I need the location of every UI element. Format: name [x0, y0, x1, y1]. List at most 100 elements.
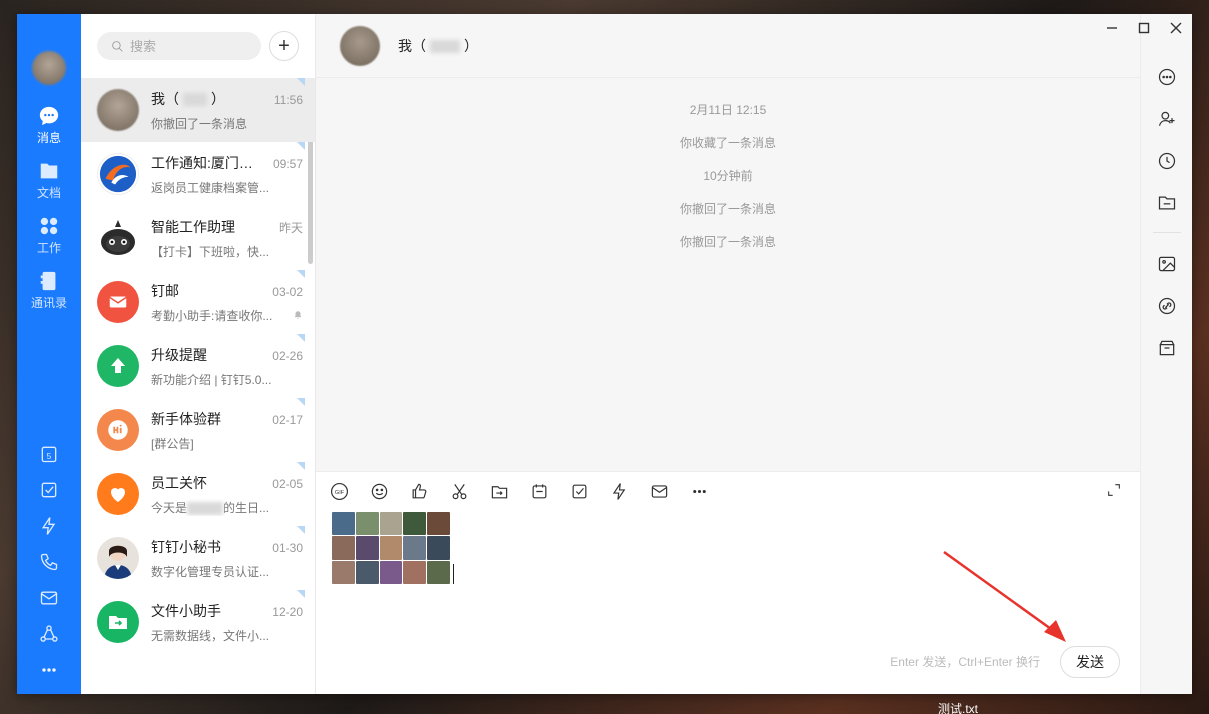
archive-button[interactable]	[1156, 337, 1178, 359]
schedule-button[interactable]	[528, 480, 550, 502]
avatar	[97, 217, 139, 259]
todo-button[interactable]	[568, 480, 590, 502]
screenshot-button[interactable]	[448, 480, 470, 502]
name-suffix: ）	[211, 91, 225, 107]
window-controls	[1088, 20, 1184, 36]
calendar-icon	[530, 482, 549, 501]
history-button[interactable]	[1156, 150, 1178, 172]
gif-button[interactable]: GIF	[328, 480, 350, 502]
left-nav: 消息 文档 工作 通讯录 5	[17, 14, 81, 694]
emoji-icon	[370, 482, 389, 501]
conversation-time: 昨天	[279, 219, 303, 236]
add-member-icon	[1157, 109, 1177, 129]
sidebar-divider	[1153, 232, 1181, 233]
system-message: 你撤回了一条消息	[680, 235, 776, 249]
phone-button[interactable]	[38, 551, 60, 573]
add-button[interactable]: +	[269, 31, 299, 61]
mail-icon	[39, 588, 59, 608]
calendar-day-text: 5	[47, 451, 52, 461]
system-message: 你收藏了一条消息	[680, 136, 776, 150]
minimize-icon	[1106, 22, 1118, 34]
search-input[interactable]	[130, 39, 240, 54]
desktop-file-label[interactable]: 测试.txt	[918, 700, 998, 714]
send-button[interactable]: 发送	[1060, 646, 1120, 678]
files-button[interactable]	[1156, 192, 1178, 214]
maximize-button[interactable]	[1136, 20, 1152, 36]
add-member-button[interactable]	[1156, 108, 1178, 130]
minimize-button[interactable]	[1104, 20, 1120, 36]
name-prefix: 我（	[151, 91, 179, 107]
conversation-preview: 【打卡】下班啦，快...	[151, 243, 269, 260]
chat-settings-button[interactable]	[1156, 66, 1178, 88]
contacts-icon	[38, 270, 60, 292]
message-composer[interactable]: GIF	[316, 471, 1140, 694]
conversation-preview: 今天是的生日...	[151, 499, 269, 516]
images-button[interactable]	[1156, 253, 1178, 275]
list-item[interactable]: 员工关怀 02-05 今天是的生日...	[81, 462, 315, 526]
image-icon	[1157, 254, 1177, 274]
nav-item-work[interactable]: 工作	[37, 215, 61, 256]
list-item[interactable]: 智能工作助理 昨天 【打卡】下班啦，快...	[81, 206, 315, 270]
message-list: 2月11日 12:15 你收藏了一条消息 10分钟前 你撤回了一条消息 你撤回了…	[316, 78, 1140, 471]
nav-item-messages[interactable]: 消息	[37, 105, 61, 146]
composer-toolbar: GIF	[316, 472, 1140, 510]
more-button[interactable]	[38, 659, 60, 681]
archive-box-icon	[1157, 338, 1177, 358]
expand-icon	[1106, 482, 1122, 498]
list-item[interactable]: 升级提醒 02-26 新功能介绍 | 钉钉5.0...	[81, 334, 315, 398]
conversation-preview: 新功能介绍 | 钉钉5.0...	[151, 371, 271, 388]
heart-icon	[106, 482, 130, 506]
ding-button[interactable]	[38, 515, 60, 537]
conversation-name: 钉钉小秘书	[151, 537, 221, 557]
list-item[interactable]: 新手体验群 02-17 [群公告]	[81, 398, 315, 462]
thumbs-up-icon	[410, 482, 429, 501]
list-item[interactable]: 工作通知:厦门博... 09:57 返岗员工健康档案管...	[81, 142, 315, 206]
close-button[interactable]	[1168, 20, 1184, 36]
mail-button[interactable]	[648, 480, 670, 502]
conversation-list-panel: + 我（） 11:56 你撤回了一条消息 工作通知:厦门博...	[81, 14, 316, 694]
conversation-time: 11:56	[274, 93, 303, 107]
search-icon	[111, 40, 124, 53]
search-box[interactable]	[97, 32, 261, 60]
nav-label-contacts: 通讯录	[31, 294, 67, 311]
document-folder-icon	[38, 160, 60, 182]
nav-item-contacts[interactable]: 通讯录	[31, 270, 67, 311]
conversation-name: 文件小助手	[151, 601, 221, 621]
ding-lightning-icon	[610, 482, 629, 501]
avatar	[97, 281, 139, 323]
avatar	[97, 601, 139, 643]
history-clock-icon	[1157, 151, 1177, 171]
more-tools-button[interactable]	[688, 480, 710, 502]
todo-button[interactable]	[38, 479, 60, 501]
like-button[interactable]	[408, 480, 430, 502]
mail-button[interactable]	[38, 587, 60, 609]
pasted-image-grid[interactable]	[332, 512, 450, 584]
mail-icon	[107, 291, 129, 313]
ding-button[interactable]	[608, 480, 630, 502]
expand-composer-button[interactable]	[1106, 482, 1124, 500]
close-icon	[1170, 22, 1182, 34]
list-item[interactable]: 钉钉小秘书 01-30 数字化管理专员认证...	[81, 526, 315, 590]
list-item[interactable]: 我（ ） 11:56 你撤回了一条消息	[81, 78, 315, 142]
org-button[interactable]	[38, 623, 60, 645]
list-item[interactable]: 文件小助手 12-20 无需数据线，文件小...	[81, 590, 315, 654]
apps-grid-icon	[38, 215, 60, 237]
chat-bubble-icon	[38, 105, 60, 127]
conversation-preview: 你撤回了一条消息	[151, 115, 247, 132]
chat-avatar[interactable]	[340, 26, 380, 66]
conversation-name: 员工关怀	[151, 473, 207, 493]
scissors-icon	[450, 482, 469, 501]
nav-item-docs[interactable]: 文档	[37, 160, 61, 201]
user-avatar[interactable]	[32, 51, 66, 85]
emoji-button[interactable]	[368, 480, 390, 502]
forward-button[interactable]	[488, 480, 510, 502]
link-icon	[1157, 296, 1177, 316]
links-button[interactable]	[1156, 295, 1178, 317]
nav-bottom-tools: 5	[17, 436, 81, 688]
redacted-name	[183, 93, 207, 106]
list-item[interactable]: 钉邮 03-02 考勤小助手:请查收你...	[81, 270, 315, 334]
forward-icon	[490, 482, 509, 501]
ding-lightning-icon	[39, 516, 59, 536]
calendar-button[interactable]: 5	[38, 443, 60, 465]
conversation-name: 我（ ）	[151, 89, 225, 109]
